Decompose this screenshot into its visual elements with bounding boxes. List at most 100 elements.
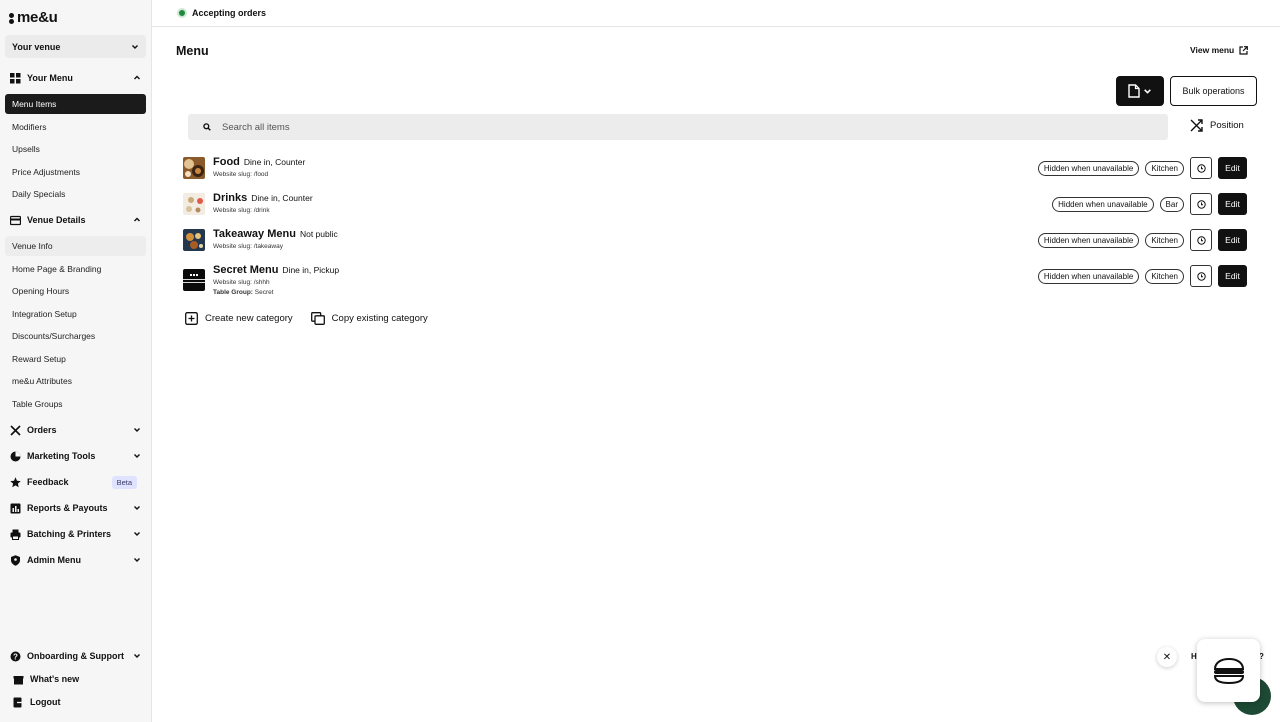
clock-icon <box>1196 271 1206 281</box>
nav-section-onboarding-support[interactable]: ? Onboarding & Support <box>5 645 146 667</box>
brand-logo[interactable]: me&u <box>9 9 58 26</box>
card-icon <box>10 215 21 226</box>
nav-item-meu-attributes[interactable]: me&u Attributes <box>5 371 146 391</box>
pie-chart-icon <box>10 451 21 462</box>
edit-button[interactable]: Edit <box>1218 265 1247 287</box>
visibility-pill: Hidden when unavailable <box>1037 232 1140 248</box>
logo-text: me&u <box>17 9 58 26</box>
nav-section-label: Admin Menu <box>27 555 81 565</box>
chevron-down-icon <box>134 558 140 562</box>
create-category-label: Create new category <box>205 313 293 324</box>
station-pill: Bar <box>1159 196 1184 212</box>
nav-section-label: Orders <box>27 425 57 435</box>
edit-button[interactable]: Edit <box>1218 157 1247 179</box>
nav-item-price-adjustments[interactable]: Price Adjustments <box>5 162 146 182</box>
nav-section-orders[interactable]: Orders <box>5 419 146 441</box>
nav-section-label: Marketing Tools <box>27 451 96 461</box>
copy-category-button[interactable]: Copy existing category <box>310 312 428 325</box>
venue-selector[interactable]: Your venue <box>5 35 146 58</box>
utensils-icon <box>10 424 21 436</box>
venue-label: Your venue <box>12 41 61 52</box>
nav-whats-new[interactable]: What's new <box>5 668 146 690</box>
station-pill: Kitchen <box>1145 268 1184 284</box>
category-name: Secret Menu Dine in, Pickup <box>213 264 339 276</box>
view-menu-link[interactable]: View menu <box>1190 45 1249 55</box>
bulk-operations-button[interactable]: Bulk operations <box>1170 76 1257 106</box>
edit-button[interactable]: Edit <box>1218 229 1247 251</box>
category-controls: Hidden when unavailable Kitchen Edit <box>1037 265 1247 287</box>
visibility-pill: Hidden when unavailable <box>1037 268 1140 284</box>
nav-label: What's new <box>30 674 80 684</box>
nav-logout[interactable]: Logout <box>5 691 146 713</box>
plus-square-icon <box>185 312 198 325</box>
category-actions: Create new category Copy existing catego… <box>185 312 428 325</box>
category-row-drinks[interactable]: Drinks Dine in, Counter Website slug: /dr… <box>183 191 1247 221</box>
nav-item-venue-info[interactable]: Venue Info <box>5 236 146 256</box>
category-row-food[interactable]: Food Dine in, Counter Website slug: /food… <box>183 155 1247 185</box>
position-label: Position <box>1210 120 1244 131</box>
nav-item-menu-items[interactable]: Menu Items <box>5 94 146 114</box>
help-circle-icon: ? <box>10 651 21 662</box>
search-bar <box>188 114 1168 140</box>
chevron-up-icon <box>134 217 140 222</box>
category-name: Takeaway Menu Not public <box>213 228 338 240</box>
create-category-button[interactable]: Create new category <box>185 312 293 325</box>
close-icon: ✕ <box>1162 651 1172 663</box>
nav-section-feedback[interactable]: Feedback Beta <box>5 471 146 493</box>
category-channels: Dine in, Counter <box>243 157 306 167</box>
chevron-down-icon <box>1144 88 1151 94</box>
status-bar: Accepting orders <box>152 0 1280 27</box>
close-help-button[interactable]: ✕ <box>1157 647 1177 667</box>
category-row-secret-menu[interactable]: Secret Menu Dine in, Pickup Website slug:… <box>183 263 1247 299</box>
logo-mark-icon <box>9 12 15 24</box>
nav-item-home-page-branding[interactable]: Home Page & Branding <box>5 259 146 279</box>
chevron-down-icon <box>132 44 138 49</box>
nav-section-your-menu[interactable]: Your Menu <box>5 67 146 89</box>
view-menu-label: View menu <box>1190 45 1235 55</box>
category-name: Food Dine in, Counter <box>213 156 305 168</box>
chevron-down-icon <box>134 654 140 658</box>
category-channels: Not public <box>299 229 338 239</box>
category-name: Drinks Dine in, Counter <box>213 192 313 204</box>
chevron-down-icon <box>134 428 140 432</box>
help-widget-card[interactable] <box>1197 639 1260 702</box>
printer-icon <box>10 529 21 540</box>
category-controls: Hidden when unavailable Kitchen Edit <box>1037 229 1247 251</box>
schedule-button[interactable] <box>1190 193 1212 215</box>
nav-section-admin-menu[interactable]: Admin Menu <box>5 549 146 571</box>
nav-section-label: Reports & Payouts <box>27 503 108 513</box>
nav-section-venue-details[interactable]: Venue Details <box>5 209 146 231</box>
category-thumbnail <box>183 229 205 251</box>
nav-item-reward-setup[interactable]: Reward Setup <box>5 349 146 369</box>
nav-section-reports-payouts[interactable]: Reports & Payouts <box>5 497 146 519</box>
schedule-button[interactable] <box>1190 229 1212 251</box>
search-input[interactable] <box>222 121 922 133</box>
nav-item-upsells[interactable]: Upsells <box>5 139 146 159</box>
nav-section-label: Feedback <box>27 477 69 487</box>
chevron-down-icon <box>134 532 140 536</box>
category-channels: Dine in, Pickup <box>282 265 340 275</box>
nav-section-label: Onboarding & Support <box>27 651 124 661</box>
nav-section-batching-printers[interactable]: Batching & Printers <box>5 523 146 545</box>
nav-item-table-groups[interactable]: Table Groups <box>5 394 146 414</box>
station-pill: Kitchen <box>1145 160 1184 176</box>
chevron-down-icon <box>134 454 140 458</box>
nav-item-daily-specials[interactable]: Daily Specials <box>5 184 146 204</box>
sidebar: me&u Your venue Your Menu Menu Items Mod… <box>0 0 152 722</box>
nav-item-opening-hours[interactable]: Opening Hours <box>5 281 146 301</box>
visibility-pill: Hidden when unavailable <box>1037 160 1140 176</box>
edit-button[interactable]: Edit <box>1218 193 1247 215</box>
svg-text:?: ? <box>13 652 18 661</box>
nav-section-marketing-tools[interactable]: Marketing Tools <box>5 445 146 467</box>
position-button[interactable]: Position <box>1190 119 1244 132</box>
schedule-button[interactable] <box>1190 265 1212 287</box>
nav-item-discounts-surcharges[interactable]: Discounts/Surcharges <box>5 326 146 346</box>
nav-item-integration-setup[interactable]: Integration Setup <box>5 304 146 324</box>
export-file-button[interactable] <box>1116 76 1164 106</box>
schedule-button[interactable] <box>1190 157 1212 179</box>
category-row-takeaway-menu[interactable]: Takeaway Menu Not public Website slug: /t… <box>183 227 1247 257</box>
category-thumbnail <box>183 193 205 215</box>
category-slug: Website slug: /drink <box>213 207 270 214</box>
chevron-up-icon <box>134 75 140 80</box>
nav-item-modifiers[interactable]: Modifiers <box>5 117 146 137</box>
